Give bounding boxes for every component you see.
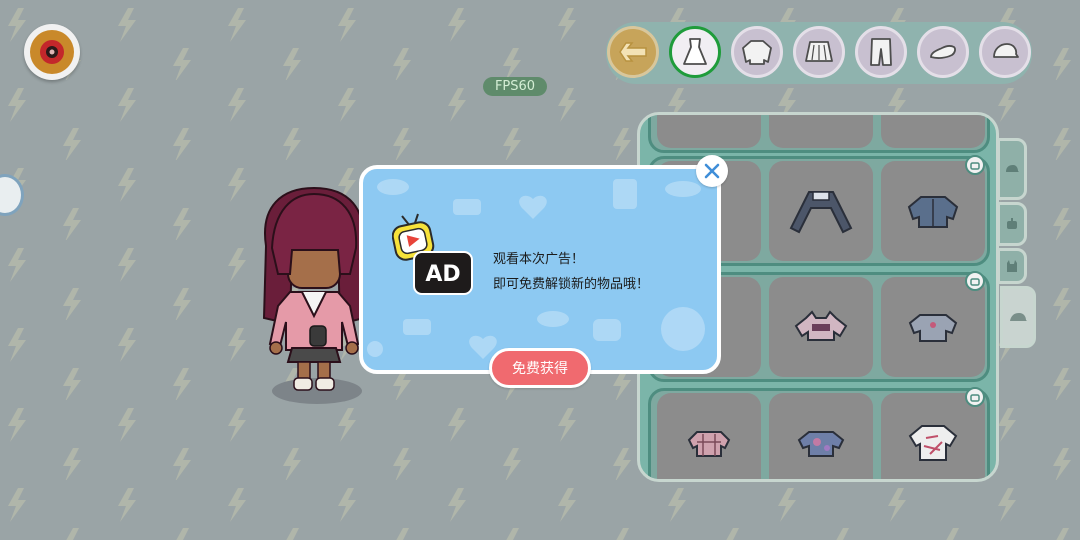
item-row-partial (648, 115, 990, 153)
category-pants[interactable] (855, 26, 907, 78)
denim-jacket-icon (907, 196, 959, 228)
category-skirt[interactable] (793, 26, 845, 78)
cap-icon (1010, 313, 1027, 321)
hat-icon (993, 43, 1019, 58)
ad-lock-badge (965, 387, 985, 407)
shoe-icon (930, 45, 956, 59)
free-get-button[interactable]: 免费获得 (489, 348, 591, 388)
tank-top-icon (1007, 260, 1017, 272)
item-cell[interactable] (881, 161, 985, 261)
ad-lock-badge (965, 271, 985, 291)
jacket-icon (742, 40, 772, 65)
ladybug-icon (40, 40, 64, 64)
side-tab-tank-top[interactable] (997, 248, 1027, 284)
dress-icon (683, 38, 707, 65)
ad-message-line-1: 观看本次广告！ (493, 252, 585, 267)
side-tab-cap[interactable] (1000, 286, 1036, 348)
graffiti-tee-icon (908, 425, 958, 461)
plaid-top-icon (687, 431, 731, 457)
ad-tv-icon (970, 394, 980, 402)
pants-icon (870, 38, 892, 66)
back-button[interactable] (607, 26, 659, 78)
item-cell[interactable] (657, 393, 761, 479)
back-arrow-icon (619, 42, 647, 62)
category-hats[interactable] (979, 26, 1031, 78)
knit-top-icon (908, 314, 958, 342)
ad-tv-icon (970, 278, 980, 286)
item-cell[interactable] (769, 115, 873, 148)
item-row (648, 388, 990, 479)
ad-lock-badge (965, 155, 985, 175)
item-cell[interactable] (769, 277, 873, 377)
item-cell[interactable] (769, 161, 873, 261)
item-cell[interactable] (881, 115, 985, 148)
cat-crop-top-icon (794, 310, 848, 341)
top-left-menu-button[interactable] (24, 24, 80, 80)
category-jacket[interactable] (731, 26, 783, 78)
mech-arms-top-icon (789, 191, 853, 234)
ad-tv-icon (970, 162, 980, 170)
side-tab-robot[interactable] (997, 202, 1027, 246)
category-dress[interactable] (669, 26, 721, 78)
item-cell[interactable] (881, 393, 985, 479)
ad-message-line-2: 即可免费解锁新的物品哦！ (493, 277, 650, 292)
item-cell[interactable] (881, 277, 985, 377)
robot-icon (1007, 218, 1017, 229)
skirt-icon (805, 41, 833, 62)
ad-message: 观看本次广告！ 即可免费解锁新的物品哦！ (493, 247, 703, 297)
fps-counter: FPS60 (483, 77, 547, 96)
hat-icon (1006, 165, 1019, 172)
category-shoes[interactable] (917, 26, 969, 78)
close-button[interactable] (696, 155, 728, 187)
ad-logo-text: AD (425, 261, 461, 287)
item-cell[interactable] (657, 115, 761, 148)
close-icon (704, 163, 720, 179)
item-cell[interactable] (769, 393, 873, 479)
tie-dye-top-icon (797, 431, 845, 457)
side-tab-hats[interactable] (997, 138, 1027, 200)
